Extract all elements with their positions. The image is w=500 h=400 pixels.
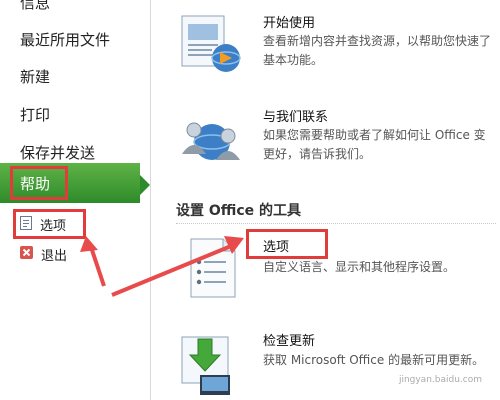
sidebar-item-new[interactable]: 新建 (20, 66, 50, 87)
tools-section-title: 设置 Office 的工具 (176, 203, 302, 219)
options-title-highlight-box (246, 229, 328, 259)
getting-started-desc-line1: 查看新增内容并查找资源，以帮助您快速了 (263, 34, 492, 48)
getting-started-desc-line2: 基本功能。 (263, 53, 324, 67)
selected-indicator (140, 175, 150, 195)
check-updates-desc: 获取 Microsoft Office 的最新可用更新。 (263, 353, 485, 367)
contact-us-desc-line1: 如果您需要帮助或者了解如何让 Office 变 (263, 128, 486, 142)
watermark: jingyan.baidu.com (398, 375, 482, 385)
getting-started-icon[interactable] (180, 14, 244, 80)
options-highlight-box (13, 209, 86, 239)
backstage-sidebar: 信息 最近所用文件 新建 打印 保存并发送 帮助 选项 退出 (0, 0, 151, 400)
help-highlight-box (10, 166, 68, 200)
options-icon[interactable] (190, 238, 236, 302)
sidebar-item-print[interactable]: 打印 (20, 104, 50, 125)
contact-us-desc-line2: 更好，请告诉我们。 (263, 147, 372, 161)
sidebar-item-recent[interactable]: 最近所用文件 (20, 29, 110, 50)
sidebar-item-info[interactable]: 信息 (20, 0, 50, 13)
check-updates-title[interactable]: 检查更新 (263, 330, 315, 349)
contact-us-icon[interactable] (180, 108, 244, 176)
exit-icon (20, 246, 33, 263)
sidebar-subitem-exit-label: 退出 (41, 249, 68, 264)
section-divider (176, 223, 496, 224)
contact-us-desc: 如果您需要帮助或者了解如何让 Office 变 更好，请告诉我们。 (263, 126, 500, 164)
sidebar-subitem-exit[interactable]: 退出 (20, 245, 67, 264)
check-updates-icon[interactable] (180, 333, 242, 399)
contact-us-title[interactable]: 与我们联系 (263, 106, 328, 125)
options-desc: 自定义语言、显示和其他程序设置。 (263, 260, 456, 274)
sidebar-item-save-send[interactable]: 保存并发送 (20, 142, 95, 163)
getting-started-title[interactable]: 开始使用 (263, 12, 315, 31)
getting-started-desc: 查看新增内容并查找资源，以帮助您快速了 基本功能。 (263, 32, 500, 70)
help-content-panel: 开始使用 查看新增内容并查找资源，以帮助您快速了 基本功能。 与我们联系 如果您… (150, 0, 500, 400)
